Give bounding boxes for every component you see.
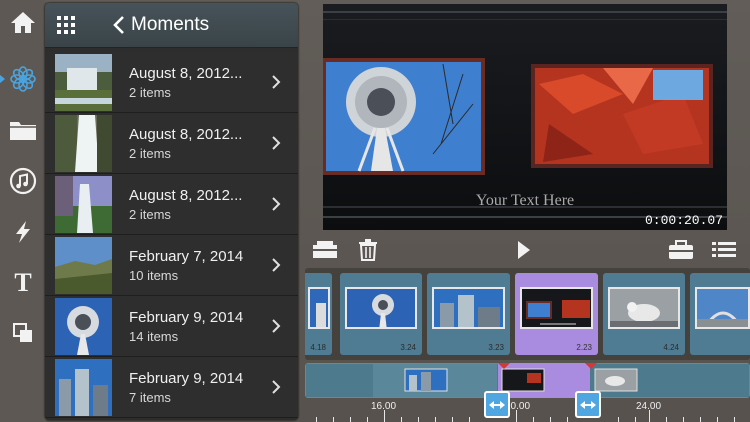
layers-icon[interactable] <box>7 317 39 349</box>
media-browser-panel: Moments August 8, 2012... 2 items August… <box>45 3 298 420</box>
timecode: 0:00:20.07 <box>644 213 723 228</box>
storyboard-clip[interactable]: 3.24 <box>340 273 422 355</box>
timeline-ruler: 16.00 20.00 24.00 <box>305 398 750 422</box>
video-preview[interactable]: Your Text Here 0:00:20.07 <box>323 4 727 230</box>
home-icon[interactable] <box>7 6 39 38</box>
storyboard-clip[interactable]: 3.23 <box>427 273 510 355</box>
clip-duration: 2.23 <box>576 343 592 352</box>
app-window: T Moments August 8, 2012... 2 items Augu… <box>0 0 750 422</box>
resize-arrows-icon <box>580 400 596 409</box>
row-count: 2 items <box>129 207 171 222</box>
clip-duration: 4.18 <box>310 343 326 352</box>
clip-duration: 3.23 <box>488 343 504 352</box>
row-title: February 7, 2014 <box>129 248 244 265</box>
clip-thumbnail <box>308 287 330 329</box>
moment-row[interactable]: February 7, 2014 10 items <box>45 235 298 296</box>
row-title: August 8, 2012... <box>129 126 243 143</box>
clip-thumbnail <box>520 287 593 329</box>
thumbnail <box>55 237 112 294</box>
moment-row[interactable]: August 8, 2012... 2 items <box>45 113 298 174</box>
chevron-right-icon <box>272 136 281 150</box>
storyboard-clip-selected[interactable]: 2.23 <box>515 273 598 355</box>
chevron-left-icon <box>113 16 124 34</box>
toolbox-icon[interactable] <box>667 239 695 261</box>
back-label: Moments <box>131 14 210 35</box>
resize-arrows-icon <box>489 400 505 409</box>
thumbnail <box>55 54 112 111</box>
storyboard-clip[interactable]: 4.18 <box>305 273 332 355</box>
trim-handle-right[interactable] <box>575 391 601 418</box>
title-glyph: T <box>14 268 32 297</box>
row-count: 2 items <box>129 85 171 100</box>
ruler-label: 24.00 <box>636 401 662 412</box>
chevron-right-icon <box>272 319 281 333</box>
row-count: 7 items <box>129 390 171 405</box>
trash-icon[interactable] <box>356 237 380 263</box>
lightning-icon[interactable] <box>7 216 39 248</box>
chevron-right-icon <box>272 197 281 211</box>
row-count: 2 items <box>129 146 171 161</box>
ruler-label: 16.00 <box>371 401 397 412</box>
row-count: 14 items <box>129 329 179 344</box>
panel-header: Moments <box>45 3 298 48</box>
folder-icon[interactable] <box>7 114 39 146</box>
row-title: February 9, 2014 <box>129 309 244 326</box>
grid-icon[interactable] <box>55 14 77 36</box>
clip-duration: 3.24 <box>400 343 416 352</box>
list-icon[interactable] <box>710 239 738 261</box>
timeline-strip <box>305 363 750 398</box>
play-icon[interactable] <box>513 238 535 262</box>
storyboard-clip[interactable] <box>690 273 750 355</box>
clip-duration: 4.24 <box>663 343 679 352</box>
chevron-right-icon <box>272 75 281 89</box>
row-title: August 8, 2012... <box>129 187 243 204</box>
clip-thumbnail <box>345 287 417 329</box>
music-icon[interactable] <box>7 165 39 197</box>
photos-icon[interactable] <box>7 63 39 95</box>
clip-thumbnail <box>432 287 505 329</box>
selection-indicator <box>0 74 5 84</box>
moment-row[interactable]: February 9, 2014 7 items <box>45 357 298 418</box>
split-icon[interactable] <box>312 239 338 261</box>
thumbnail <box>55 176 112 233</box>
moment-row[interactable]: February 9, 2014 14 items <box>45 296 298 357</box>
row-title: August 8, 2012... <box>129 65 243 82</box>
thumbnail <box>55 298 112 355</box>
timeline-track[interactable] <box>305 363 750 398</box>
row-title: February 9, 2014 <box>129 370 244 387</box>
thumbnail <box>55 359 112 416</box>
clip-thumbnail <box>608 287 680 329</box>
moment-row[interactable]: August 8, 2012... 2 items <box>45 52 298 113</box>
chevron-right-icon <box>272 380 281 394</box>
thumbnail <box>55 115 112 172</box>
left-rail: T <box>0 0 46 422</box>
storyboard-clip[interactable]: 4.24 <box>603 273 685 355</box>
trim-handle-left[interactable] <box>484 391 510 418</box>
chevron-right-icon <box>272 258 281 272</box>
row-count: 10 items <box>129 268 179 283</box>
clip-thumbnail <box>695 287 750 329</box>
title-overlay-text[interactable]: Your Text Here <box>323 192 727 210</box>
back-button[interactable]: Moments <box>113 12 209 38</box>
storyboard[interactable]: 4.18 3.24 3.23 2.23 4.24 <box>305 268 750 360</box>
moment-row[interactable]: August 8, 2012... 2 items <box>45 174 298 235</box>
title-text-icon[interactable]: T <box>7 267 39 299</box>
